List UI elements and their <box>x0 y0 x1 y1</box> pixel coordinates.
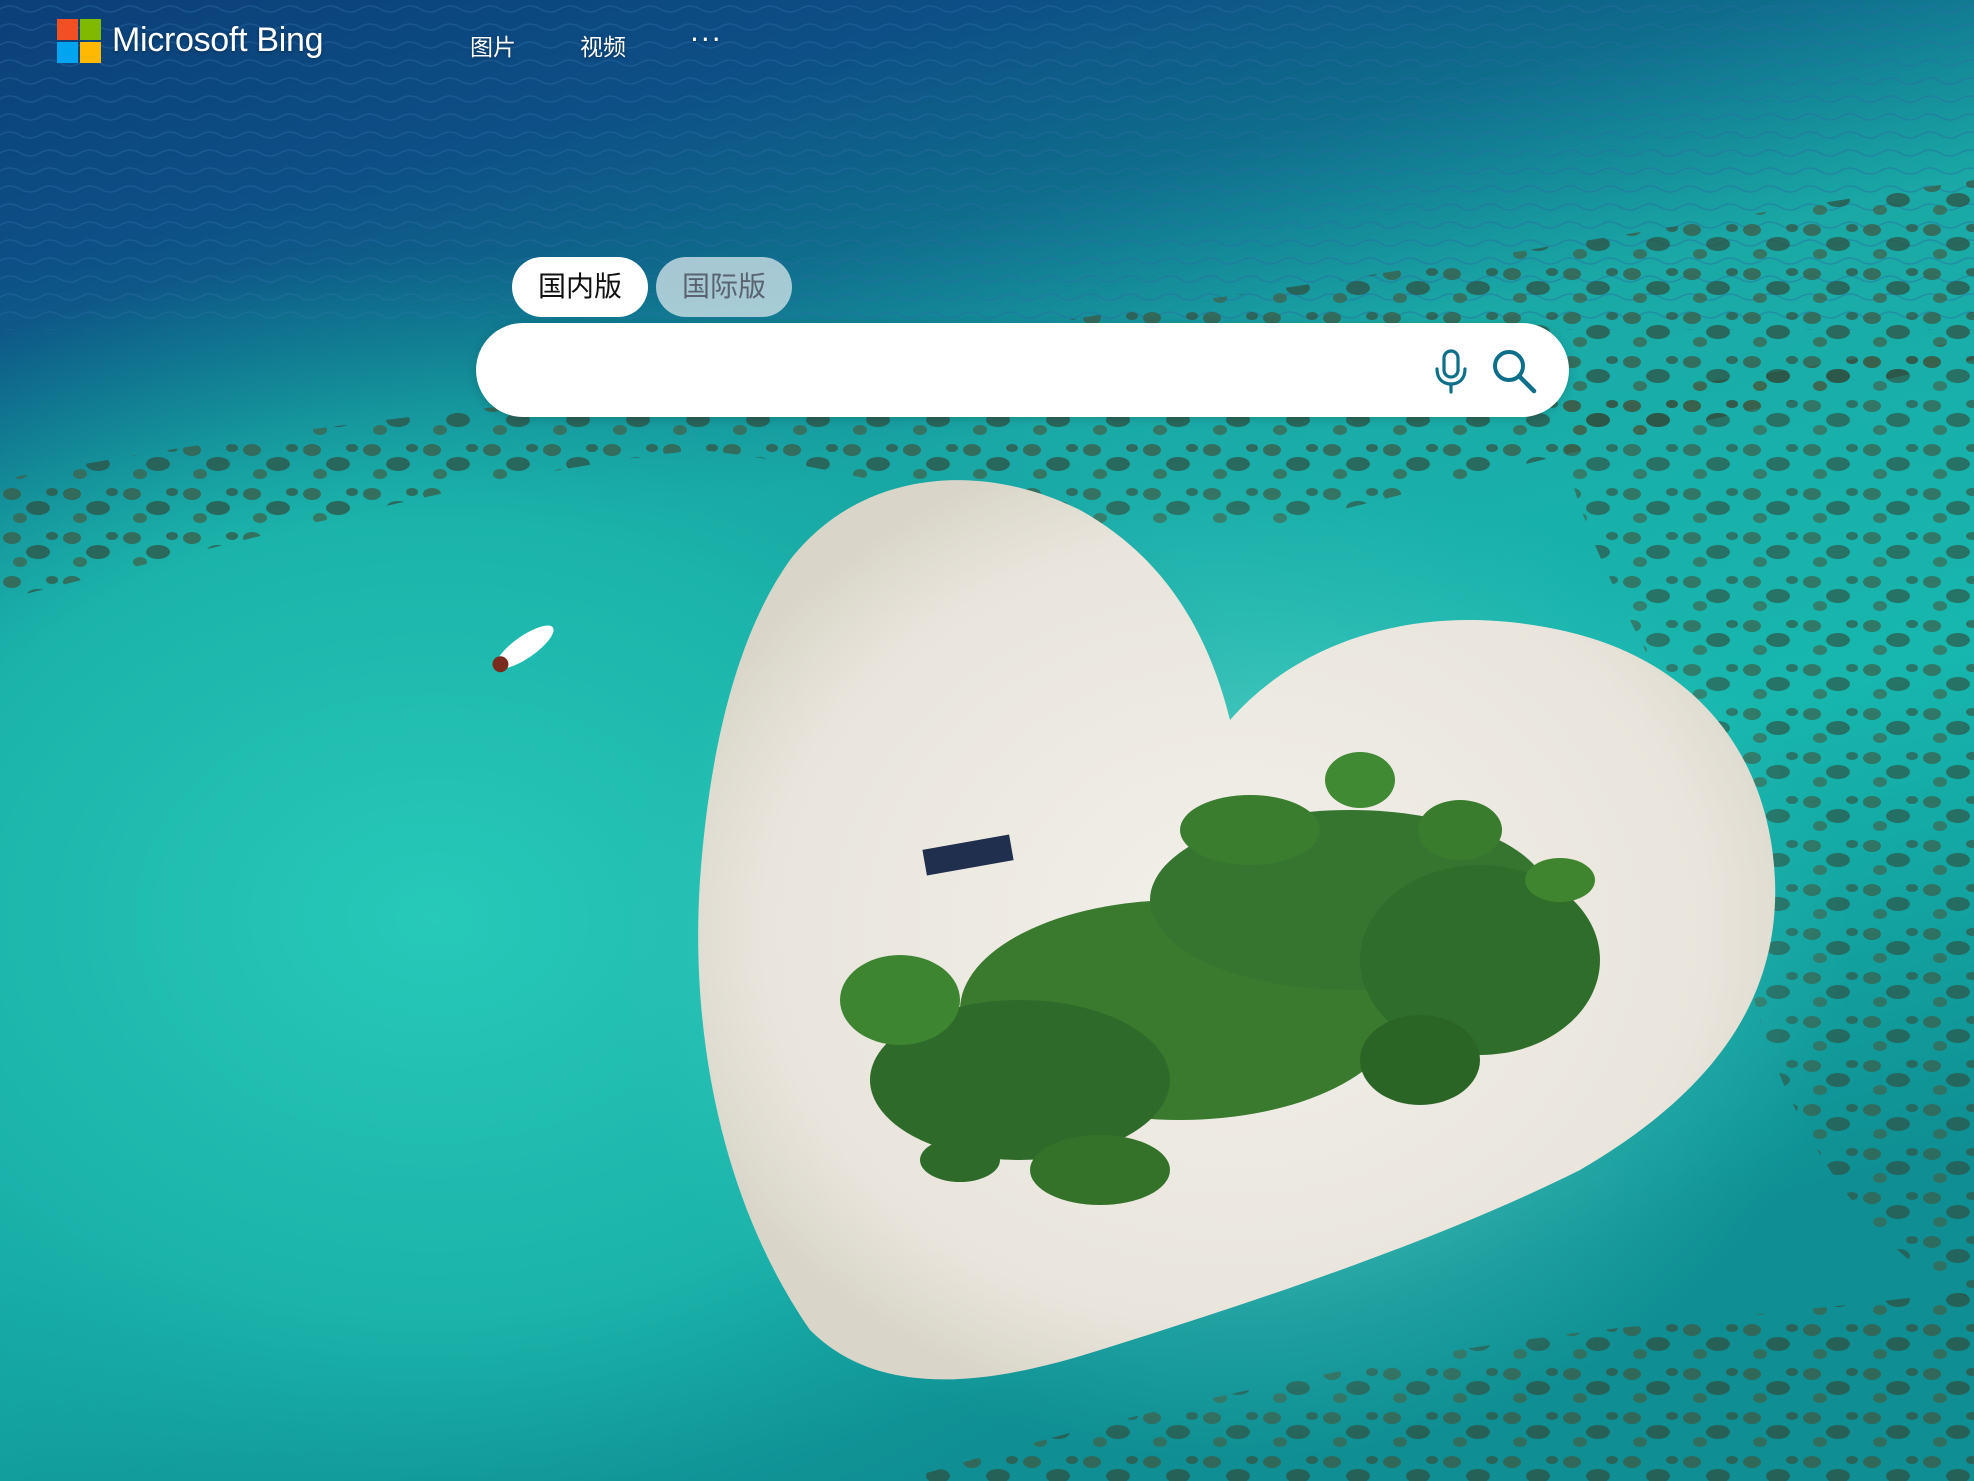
nav-videos-link[interactable]: 视频 <box>580 28 626 62</box>
top-nav: 图片 视频 ··· <box>470 23 723 62</box>
search-input[interactable] <box>516 343 1440 399</box>
nav-images-link[interactable]: 图片 <box>470 28 516 62</box>
background-image <box>0 0 1974 1481</box>
more-menu-button[interactable]: ··· <box>690 23 723 56</box>
bing-homepage: Microsoft Bing 图片 视频 ··· 国内版 国际版 <box>0 0 1974 1481</box>
microphone-icon[interactable] <box>1429 348 1473 394</box>
search-bar <box>476 323 1569 417</box>
tab-domestic[interactable]: 国内版 <box>512 257 649 317</box>
region-toggle: 国内版 国际版 <box>512 257 800 317</box>
bing-logo[interactable]: Microsoft Bing <box>57 18 324 63</box>
brand-name: Microsoft Bing <box>112 21 324 59</box>
tab-international[interactable]: 国际版 <box>656 257 793 317</box>
microsoft-logo-icon <box>57 18 101 63</box>
top-header: Microsoft Bing 图片 视频 ··· <box>0 0 1974 90</box>
search-icon[interactable] <box>1490 347 1538 395</box>
